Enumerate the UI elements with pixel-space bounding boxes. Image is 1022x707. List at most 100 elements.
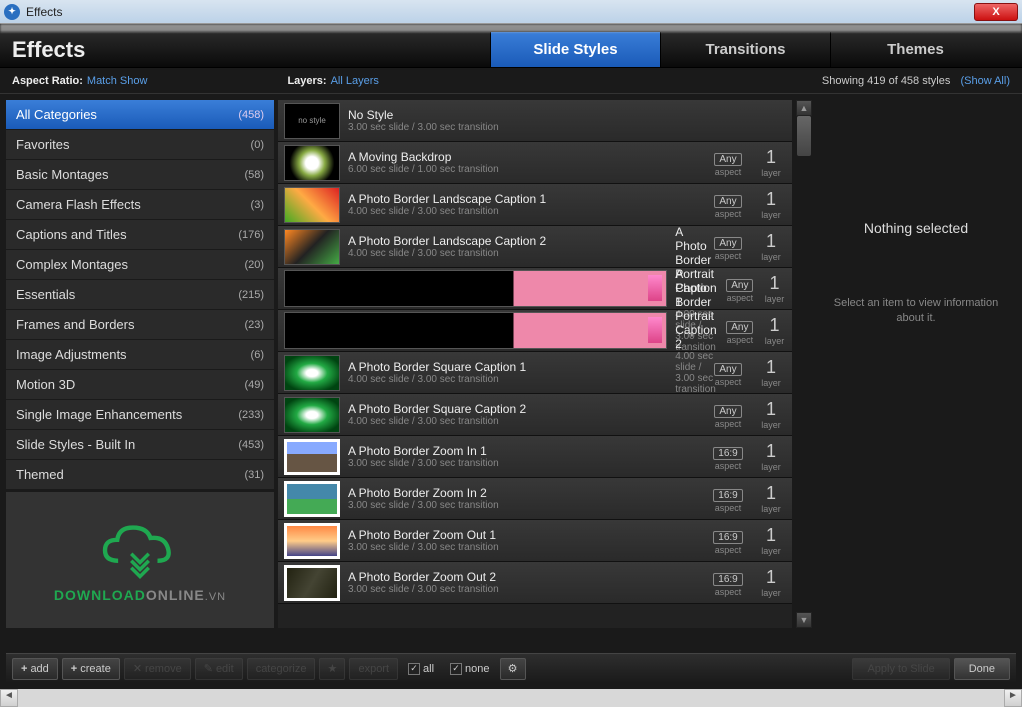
category-name: Favorites bbox=[16, 137, 69, 152]
style-row[interactable]: A Photo Border Zoom Out 13.00 sec slide … bbox=[278, 520, 792, 562]
app-icon: ✦ bbox=[4, 4, 20, 20]
category-count: (453) bbox=[238, 439, 264, 451]
category-item[interactable]: Slide Styles - Built In(453) bbox=[6, 430, 274, 460]
layers-label: Layers: bbox=[287, 75, 326, 87]
category-count: (6) bbox=[251, 349, 264, 361]
logo-area: DOWNLOADONLINE.VN bbox=[6, 492, 274, 628]
bottom-bar: +add +create ✕remove ✎edit categorize ★ … bbox=[6, 653, 1016, 683]
layer-count: 1 bbox=[763, 315, 786, 336]
style-thumbnail: no style bbox=[284, 103, 340, 139]
scroll-down-button[interactable]: ▼ bbox=[796, 612, 812, 628]
style-desc: 4.00 sec slide / 3.00 sec transition bbox=[348, 206, 700, 217]
style-row[interactable]: no styleNo Style3.00 sec slide / 3.00 se… bbox=[278, 100, 792, 142]
style-name: No Style bbox=[348, 108, 700, 122]
aspect-badge: Any bbox=[714, 195, 741, 208]
close-button[interactable]: X bbox=[974, 3, 1018, 21]
main-header: Effects Slide StylesTransitionsThemes bbox=[0, 32, 1022, 68]
category-item[interactable]: Favorites(0) bbox=[6, 130, 274, 160]
category-item[interactable]: Camera Flash Effects(3) bbox=[6, 190, 274, 220]
style-row[interactable]: A Photo Border Zoom In 23.00 sec slide /… bbox=[278, 478, 792, 520]
aspect-label: aspect bbox=[708, 461, 748, 471]
category-name: Complex Montages bbox=[16, 257, 128, 272]
style-name: A Photo Border Square Caption 2 bbox=[348, 402, 700, 416]
aspect-badge: Any bbox=[726, 321, 753, 334]
hscroll-track[interactable] bbox=[18, 689, 1004, 707]
category-item[interactable]: Themed(31) bbox=[6, 460, 274, 490]
tab-slide-styles[interactable]: Slide Styles bbox=[490, 32, 660, 67]
layer-count: 1 bbox=[756, 399, 786, 420]
create-button[interactable]: +create bbox=[62, 658, 120, 680]
aspect-badge: 16:9 bbox=[713, 573, 742, 586]
category-name: Captions and Titles bbox=[16, 227, 127, 242]
category-item[interactable]: Complex Montages(20) bbox=[6, 250, 274, 280]
style-list[interactable]: no style No Style 3.00 sec slide / 3.00 se… bbox=[278, 100, 792, 628]
aspect-badge: Any bbox=[714, 405, 741, 418]
window-title: Effects bbox=[26, 5, 62, 19]
category-item[interactable]: All Categories(458) bbox=[6, 100, 274, 130]
scroll-thumb[interactable] bbox=[797, 116, 811, 156]
style-thumbnail bbox=[284, 229, 340, 265]
export-button: export bbox=[349, 658, 398, 680]
category-item[interactable]: Basic Montages(58) bbox=[6, 160, 274, 190]
layer-count: 1 bbox=[756, 231, 786, 252]
menubar bbox=[0, 24, 1022, 32]
category-name: Frames and Borders bbox=[16, 317, 135, 332]
style-row[interactable]: A Moving Backdrop6.00 sec slide / 1.00 s… bbox=[278, 142, 792, 184]
style-thumbnail bbox=[284, 481, 340, 517]
category-name: Themed bbox=[16, 467, 64, 482]
show-all-link[interactable]: (Show All) bbox=[960, 75, 1010, 87]
scroll-track[interactable] bbox=[796, 116, 812, 612]
layers-value[interactable]: All Layers bbox=[331, 75, 379, 87]
style-thumbnail bbox=[284, 187, 340, 223]
settings-button[interactable]: ⚙ bbox=[500, 658, 526, 680]
category-item[interactable]: Motion 3D(49) bbox=[6, 370, 274, 400]
style-row[interactable]: A Photo Border Zoom Out 23.00 sec slide … bbox=[278, 562, 792, 604]
style-row[interactable]: A Photo Border Square Caption 24.00 sec … bbox=[278, 394, 792, 436]
layer-label: layer bbox=[756, 504, 786, 514]
style-desc: 3.00 sec slide / 3.00 sec transition bbox=[348, 500, 700, 511]
style-row[interactable]: A Photo Border Portrait Caption 24.00 se… bbox=[278, 310, 792, 352]
layer-label: layer bbox=[756, 168, 786, 178]
scroll-up-button[interactable]: ▲ bbox=[796, 100, 812, 116]
layer-label: layer bbox=[756, 462, 786, 472]
layer-label: layer bbox=[763, 336, 786, 346]
tab-themes[interactable]: Themes bbox=[830, 32, 1000, 67]
horizontal-scrollbar[interactable]: ◄ ► bbox=[0, 689, 1022, 707]
aspect-label: aspect bbox=[725, 335, 756, 345]
preview-message: Select an item to view information about… bbox=[826, 296, 1006, 327]
select-none-checkbox[interactable]: ✓none bbox=[444, 663, 495, 675]
layer-count: 1 bbox=[756, 525, 786, 546]
style-row[interactable]: A Photo Border Zoom In 13.00 sec slide /… bbox=[278, 436, 792, 478]
scroll-right-button[interactable]: ► bbox=[1004, 689, 1022, 707]
vertical-scrollbar[interactable]: ▲ ▼ bbox=[796, 100, 812, 628]
done-button[interactable]: Done bbox=[954, 658, 1010, 680]
layer-label: layer bbox=[756, 210, 786, 220]
aspect-ratio-value[interactable]: Match Show bbox=[87, 75, 148, 87]
category-name: Essentials bbox=[16, 287, 75, 302]
edit-button: ✎edit bbox=[195, 658, 243, 680]
category-name: Basic Montages bbox=[16, 167, 109, 182]
aspect-badge: 16:9 bbox=[713, 489, 742, 502]
tab-transitions[interactable]: Transitions bbox=[660, 32, 830, 67]
category-item[interactable]: Single Image Enhancements(233) bbox=[6, 400, 274, 430]
aspect-badge: 16:9 bbox=[713, 531, 742, 544]
category-item[interactable]: Image Adjustments(6) bbox=[6, 340, 274, 370]
style-name: A Photo Border Zoom In 2 bbox=[348, 486, 700, 500]
style-name: A Photo Border Zoom In 1 bbox=[348, 444, 700, 458]
category-name: Camera Flash Effects bbox=[16, 197, 141, 212]
category-name: Motion 3D bbox=[16, 377, 75, 392]
category-item[interactable]: Essentials(215) bbox=[6, 280, 274, 310]
gear-icon: ⚙ bbox=[508, 662, 518, 675]
layer-label: layer bbox=[756, 588, 786, 598]
layer-label: layer bbox=[763, 294, 786, 304]
category-item[interactable]: Captions and Titles(176) bbox=[6, 220, 274, 250]
style-name: A Photo Border Zoom Out 1 bbox=[348, 528, 700, 542]
add-button[interactable]: +add bbox=[12, 658, 58, 680]
select-all-checkbox[interactable]: ✓all bbox=[402, 663, 440, 675]
scroll-left-button[interactable]: ◄ bbox=[0, 689, 18, 707]
style-thumbnail bbox=[284, 145, 340, 181]
style-name: A Photo Border Square Caption 1 bbox=[348, 360, 700, 374]
category-item[interactable]: Frames and Borders(23) bbox=[6, 310, 274, 340]
aspect-label: aspect bbox=[708, 419, 748, 429]
style-row[interactable]: A Photo Border Landscape Caption 14.00 s… bbox=[278, 184, 792, 226]
